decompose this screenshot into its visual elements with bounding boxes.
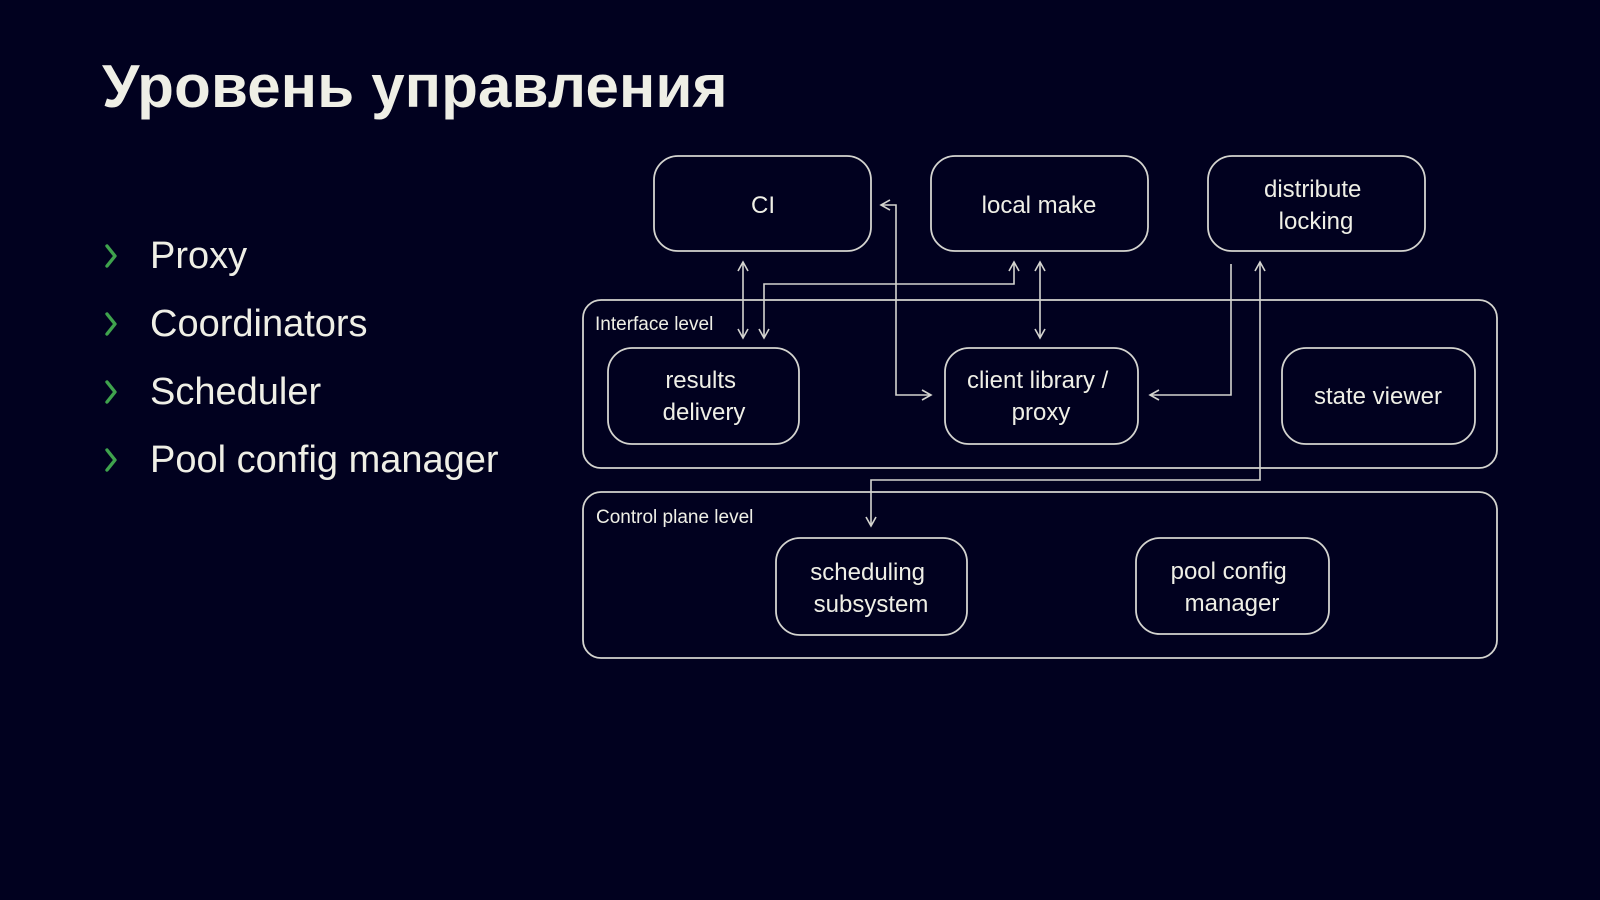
- node-scheduling-subsystem-line: subsystem: [814, 591, 929, 618]
- node-pool-config-manager-label: pool config manager: [1171, 558, 1294, 617]
- architecture-diagram: Interface level Control plane level CI l…: [582, 155, 1498, 659]
- node-distribute-locking-line: locking: [1279, 208, 1354, 235]
- node-results-delivery-label: results delivery: [663, 367, 746, 426]
- interface-level-label: Interface level: [595, 314, 713, 335]
- control-plane-level-label: Control plane level: [596, 507, 753, 528]
- node-client-library-proxy-label: client library / proxy: [967, 367, 1115, 426]
- node-client-library-proxy: [944, 347, 1139, 445]
- node-results-delivery-line: results: [665, 367, 736, 394]
- edge-distribute-locking-client-library: [1148, 264, 1232, 401]
- node-local-make-line: local make: [982, 192, 1097, 219]
- edge-scheduling-distribute-locking: [865, 260, 1266, 528]
- node-client-library-proxy-line: client library /: [967, 367, 1109, 394]
- node-results-delivery: [607, 347, 800, 445]
- node-pool-config-manager: [1135, 537, 1330, 635]
- node-state-viewer-line: state viewer: [1314, 383, 1442, 410]
- node-scheduling-subsystem-label: scheduling subsystem: [810, 559, 931, 618]
- node-distribute-locking-line: distribute: [1264, 176, 1361, 203]
- node-distribute-locking-label: distribute locking: [1264, 176, 1368, 235]
- node-local-make-label: local make: [982, 192, 1097, 219]
- node-results-delivery-line: delivery: [663, 399, 746, 426]
- node-pool-config-manager-line: pool config: [1171, 558, 1287, 585]
- slide: Уровень управления Proxy Coordinators Sc…: [0, 0, 1600, 900]
- node-client-library-proxy-line: proxy: [1012, 399, 1071, 426]
- node-scheduling-subsystem-line: scheduling: [810, 559, 925, 586]
- node-ci-label: CI: [751, 192, 775, 219]
- node-scheduling-subsystem: [775, 537, 968, 636]
- node-pool-config-manager-line: manager: [1185, 590, 1280, 617]
- node-ci-line: CI: [751, 192, 775, 219]
- node-distribute-locking: [1207, 155, 1426, 252]
- node-state-viewer-label: state viewer: [1314, 383, 1442, 410]
